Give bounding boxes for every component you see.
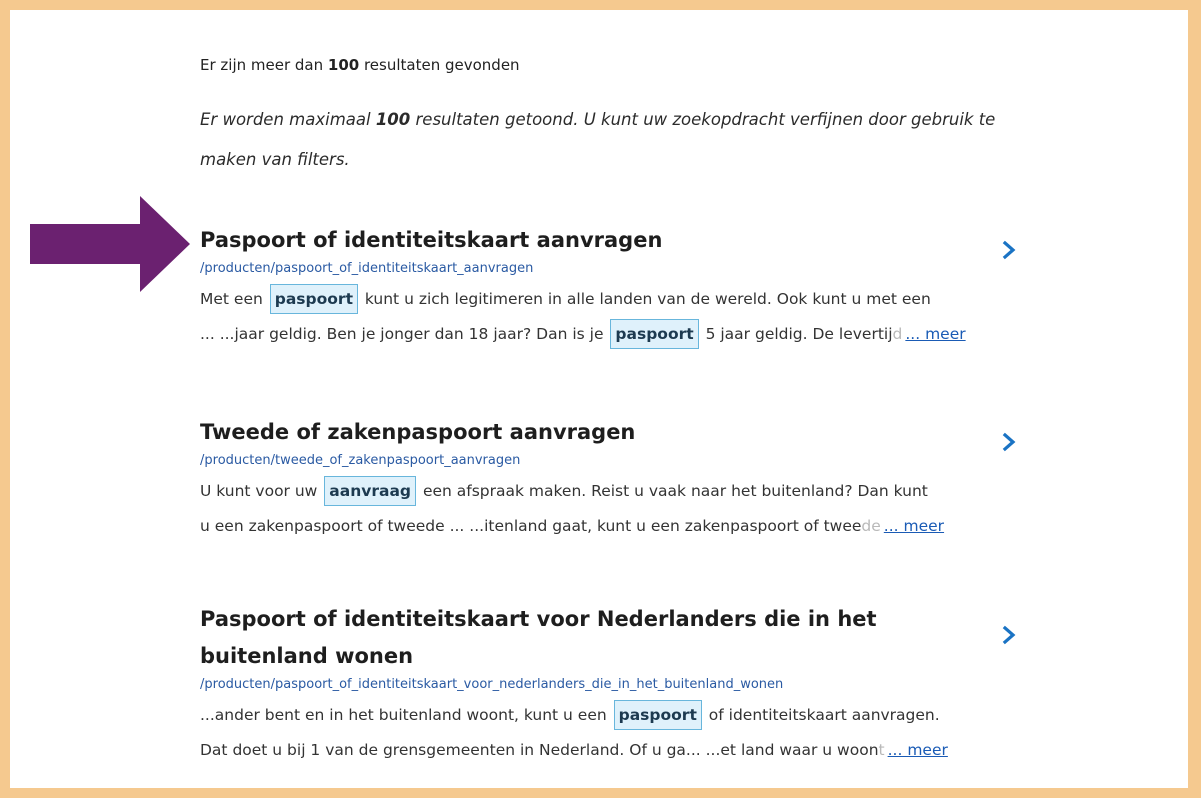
notice-prefix: Er worden maximaal — [200, 110, 376, 129]
search-result[interactable]: Paspoort of identiteitskaart voor Nederl… — [200, 601, 1060, 768]
snippet-text: kunt u zich legitimeren in alle landen v… — [359, 290, 931, 308]
search-term-highlight: paspoort — [269, 284, 358, 314]
snippet-line: U kunt voor uw aanvraag een afspraak mak… — [200, 474, 1042, 509]
snippet-text: een afspraak maken. Reist u vaak naar he… — [418, 482, 928, 500]
snippet-text: u een zakenpaspoort of tweede ... ...ite… — [200, 517, 862, 535]
snippet-text: ... ...jaar geldig. Ben je jonger dan 18… — [200, 325, 609, 343]
snippet-fade: t — [878, 741, 885, 759]
search-result[interactable]: Paspoort of identiteitskaart aanvragen /… — [200, 222, 1060, 352]
result-snippet: ...ander bent en in het buitenland woont… — [200, 698, 1042, 768]
result-title[interactable]: Tweede of zakenpaspoort aanvragen — [200, 414, 930, 451]
snippet-text: Dat doet u bij 1 van de grensgemeenten i… — [200, 741, 879, 759]
results-count: Er zijn meer dan 100 resultaten gevonden — [200, 56, 520, 74]
search-term-highlight: aanvraag — [324, 476, 417, 506]
snippet-text: ...ander bent en in het buitenland woont… — [200, 706, 612, 724]
snippet-line: ... ...jaar geldig. Ben je jonger dan 18… — [200, 317, 1042, 352]
arrow-right-icon — [30, 196, 190, 292]
result-title[interactable]: Paspoort of identiteitskaart aanvragen — [200, 222, 930, 259]
more-link[interactable]: ... meer — [905, 325, 965, 343]
snippet-text: of identiteitskaart aanvragen. — [703, 706, 940, 724]
chevron-right-icon[interactable] — [1000, 240, 1018, 260]
snippet-fade: d — [892, 325, 903, 343]
snippet-line: Met een paspoort kunt u zich legitimeren… — [200, 282, 1042, 317]
chevron-right-icon[interactable] — [1000, 432, 1018, 452]
snippet-text: U kunt voor uw — [200, 482, 323, 500]
snippet-line: Dat doet u bij 1 van de grensgemeenten i… — [200, 733, 1042, 768]
snippet-text: Met een — [200, 290, 268, 308]
result-snippet: U kunt voor uw aanvraag een afspraak mak… — [200, 474, 1042, 544]
snippet-fade: de — [861, 517, 881, 535]
search-result[interactable]: Tweede of zakenpaspoort aanvragen /produ… — [200, 414, 1060, 544]
more-link[interactable]: ... meer — [888, 741, 948, 759]
result-url[interactable]: /producten/paspoort_of_identiteitskaart_… — [200, 677, 1060, 692]
result-url[interactable]: /producten/tweede_of_zakenpaspoort_aanvr… — [200, 453, 1060, 468]
more-link[interactable]: ... meer — [884, 517, 944, 535]
snippet-text: 5 jaar geldig. De levertij — [700, 325, 893, 343]
result-url[interactable]: /producten/paspoort_of_identiteitskaart_… — [200, 261, 1060, 276]
result-snippet: Met een paspoort kunt u zich legitimeren… — [200, 282, 1042, 352]
results-notice: Er worden maximaal 100 resultaten getoon… — [200, 100, 1040, 180]
snippet-line: ...ander bent en in het buitenland woont… — [200, 698, 1042, 733]
search-results-panel: Er zijn meer dan 100 resultaten gevonden… — [10, 10, 1188, 788]
snippet-line: u een zakenpaspoort of tweede ... ...ite… — [200, 509, 1042, 544]
notice-number: 100 — [375, 110, 411, 129]
search-term-highlight: paspoort — [613, 700, 702, 730]
count-suffix: resultaten gevonden — [359, 56, 520, 74]
search-term-highlight: paspoort — [610, 319, 699, 349]
result-title[interactable]: Paspoort of identiteitskaart voor Nederl… — [200, 601, 930, 675]
count-number: 100 — [327, 56, 360, 74]
count-prefix: Er zijn meer dan — [200, 56, 328, 74]
chevron-right-icon[interactable] — [1000, 625, 1018, 645]
